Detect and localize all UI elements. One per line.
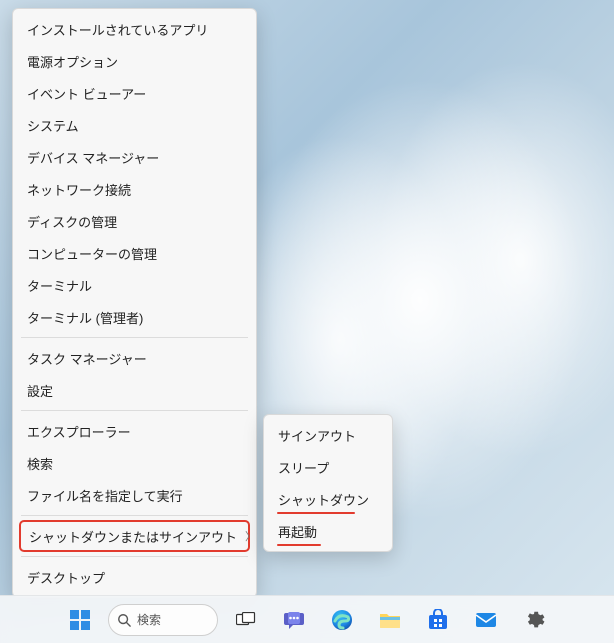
menu-item-label: 電源オプション (27, 52, 242, 71)
menu-item-file-explorer[interactable]: エクスプローラー (13, 415, 256, 447)
menu-item-label: インストールされているアプリ (27, 20, 242, 39)
submenu-item-label: スリープ (278, 458, 378, 477)
menu-item-event-viewer[interactable]: イベント ビューアー (13, 77, 256, 109)
gear-icon (523, 609, 545, 631)
menu-item-label: エクスプローラー (27, 422, 242, 441)
store-button[interactable] (418, 600, 458, 640)
file-explorer-button[interactable] (370, 600, 410, 640)
menu-item-label: イベント ビューアー (27, 84, 242, 103)
task-view-icon (236, 612, 256, 628)
chevron-right-icon: 〉 (245, 528, 256, 544)
menu-item-label: 設定 (27, 381, 242, 400)
search-placeholder: 検索 (137, 611, 161, 628)
menu-separator (21, 515, 248, 516)
menu-separator (21, 556, 248, 557)
menu-item-search[interactable]: 検索 (13, 447, 256, 479)
menu-item-label: タスク マネージャー (27, 349, 242, 368)
menu-item-shutdown-signout[interactable]: シャットダウンまたはサインアウト 〉 (19, 520, 250, 552)
windows-icon (69, 609, 91, 631)
menu-separator (21, 410, 248, 411)
chat-icon (283, 609, 305, 631)
mail-button[interactable] (466, 600, 506, 640)
menu-item-system[interactable]: システム (13, 109, 256, 141)
winx-context-menu: インストールされているアプリ 電源オプション イベント ビューアー システム デ… (12, 8, 257, 598)
edge-button[interactable] (322, 600, 362, 640)
submenu-item-sleep[interactable]: スリープ (264, 451, 392, 483)
menu-item-power-options[interactable]: 電源オプション (13, 45, 256, 77)
menu-item-settings[interactable]: 設定 (13, 374, 256, 406)
menu-item-computer-management[interactable]: コンピューターの管理 (13, 237, 256, 269)
settings-button[interactable] (514, 600, 554, 640)
chat-button[interactable] (274, 600, 314, 640)
menu-item-terminal-admin[interactable]: ターミナル (管理者) (13, 301, 256, 333)
folder-icon (379, 611, 401, 629)
menu-item-label: ディスクの管理 (27, 212, 242, 231)
search-icon (117, 613, 131, 627)
search-box[interactable]: 検索 (108, 604, 218, 636)
menu-item-installed-apps[interactable]: インストールされているアプリ (13, 13, 256, 45)
menu-item-label: ターミナル (27, 276, 242, 295)
mail-icon (475, 612, 497, 628)
menu-item-label: ネットワーク接続 (27, 180, 242, 199)
menu-item-label: シャットダウンまたはサインアウト (29, 527, 237, 546)
menu-item-network-connections[interactable]: ネットワーク接続 (13, 173, 256, 205)
shutdown-submenu: サインアウト スリープ シャットダウン 再起動 (263, 414, 393, 552)
menu-item-label: システム (27, 116, 242, 135)
submenu-item-sign-out[interactable]: サインアウト (264, 419, 392, 451)
menu-item-label: ファイル名を指定して実行 (27, 486, 242, 505)
taskbar: 検索 (0, 595, 614, 643)
menu-separator (21, 337, 248, 338)
submenu-item-label: 再起動 (278, 522, 378, 541)
menu-item-label: コンピューターの管理 (27, 244, 242, 263)
desktop-background: インストールされているアプリ 電源オプション イベント ビューアー システム デ… (0, 0, 614, 643)
menu-item-label: デスクトップ (27, 568, 242, 587)
task-view-button[interactable] (226, 600, 266, 640)
edge-icon (331, 609, 353, 631)
submenu-item-restart[interactable]: 再起動 (264, 515, 392, 547)
start-button[interactable] (60, 600, 100, 640)
submenu-item-label: サインアウト (278, 426, 378, 445)
store-icon (427, 609, 449, 631)
menu-item-label: 検索 (27, 454, 242, 473)
menu-item-label: デバイス マネージャー (27, 148, 242, 167)
annotation-underline (277, 544, 321, 546)
submenu-item-shut-down[interactable]: シャットダウン (264, 483, 392, 515)
menu-item-terminal[interactable]: ターミナル (13, 269, 256, 301)
menu-item-desktop[interactable]: デスクトップ (13, 561, 256, 593)
submenu-item-label: シャットダウン (278, 490, 378, 509)
menu-item-label: ターミナル (管理者) (27, 308, 242, 327)
menu-item-disk-management[interactable]: ディスクの管理 (13, 205, 256, 237)
menu-item-task-manager[interactable]: タスク マネージャー (13, 342, 256, 374)
menu-item-run[interactable]: ファイル名を指定して実行 (13, 479, 256, 511)
annotation-underline (277, 512, 355, 514)
menu-item-device-manager[interactable]: デバイス マネージャー (13, 141, 256, 173)
